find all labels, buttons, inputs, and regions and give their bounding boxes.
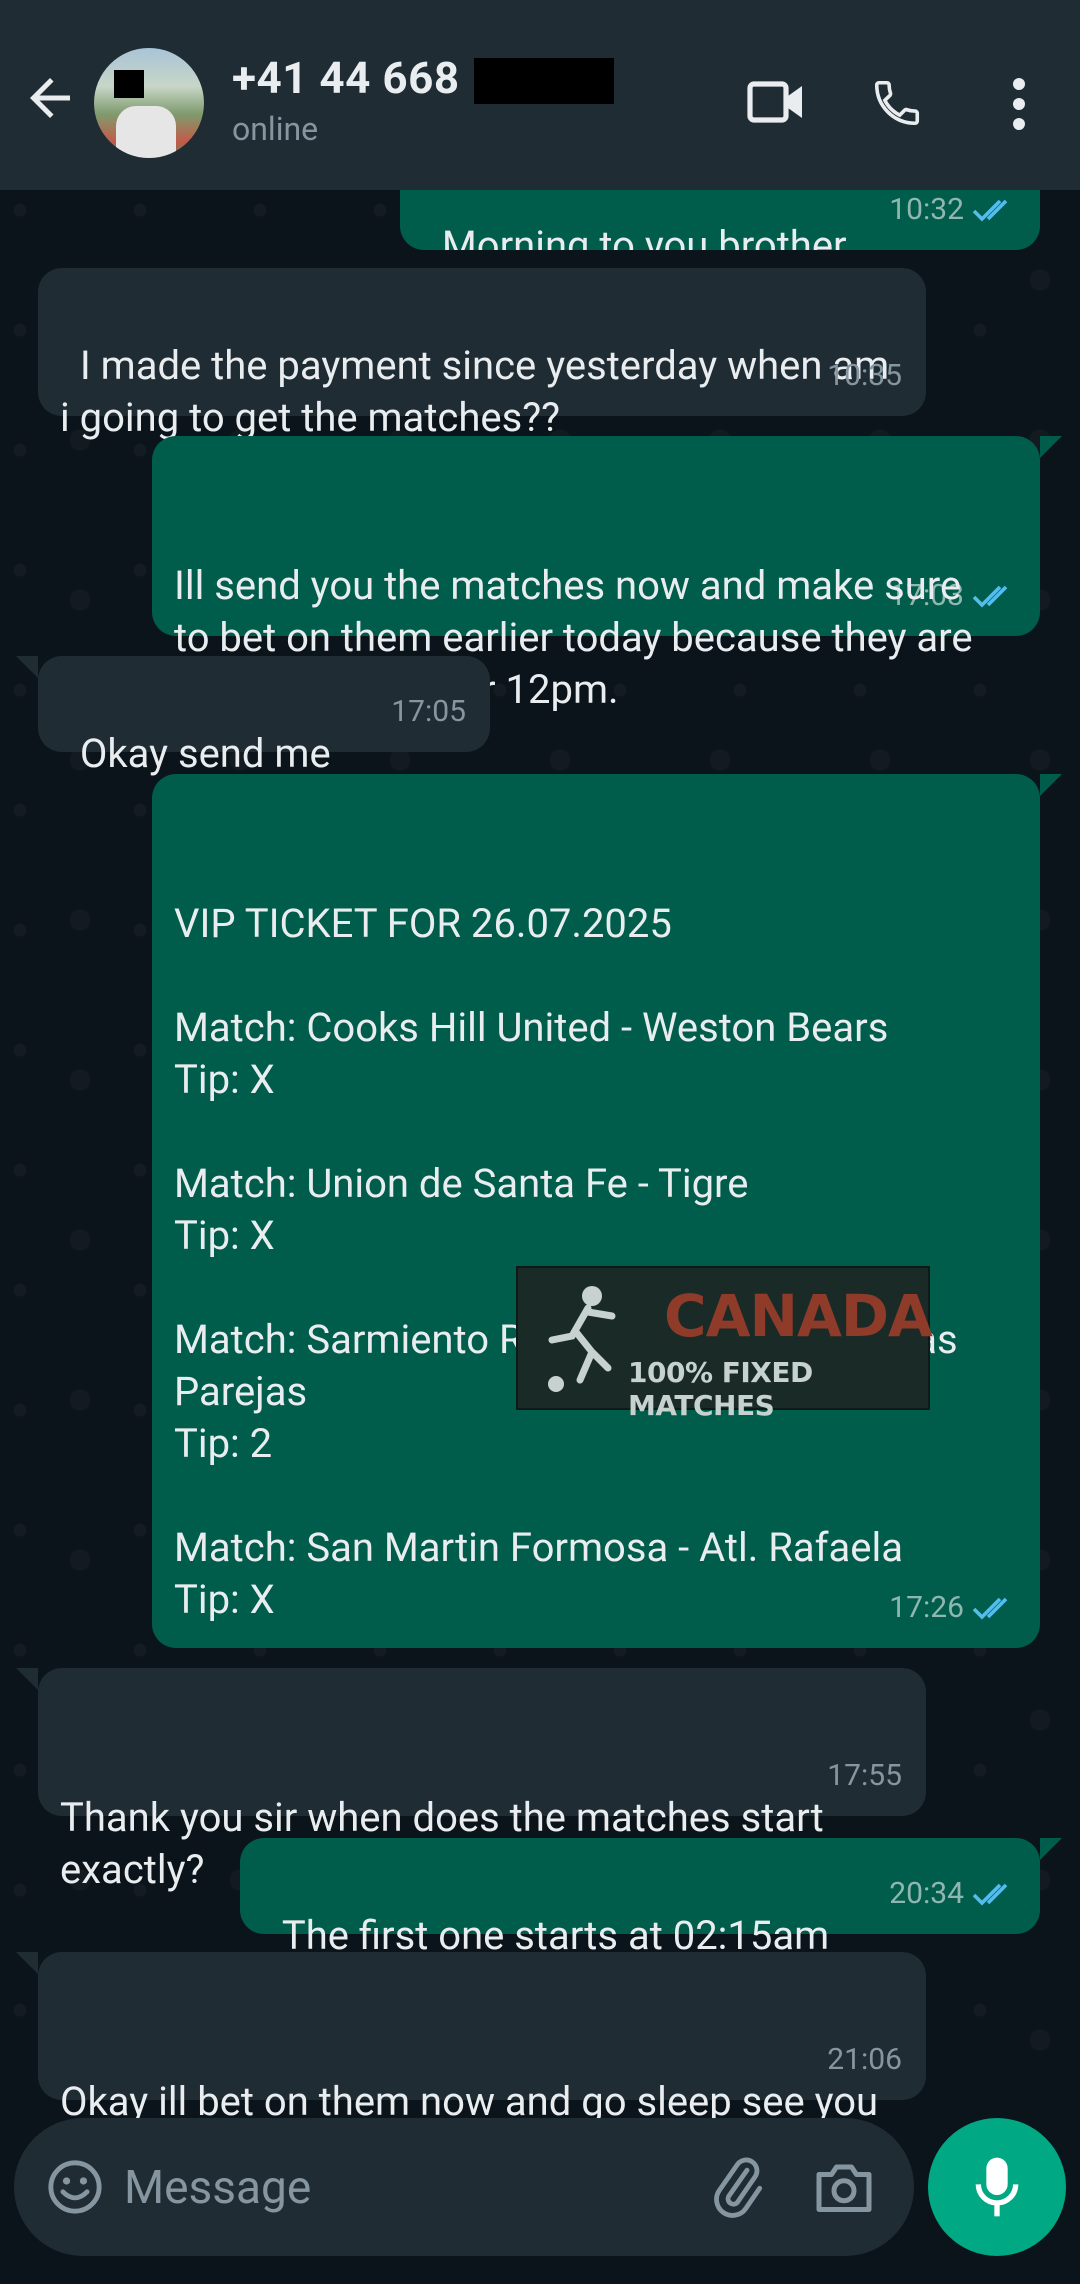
bubble-tail	[16, 1952, 38, 1974]
bubble-tail	[16, 1668, 38, 1690]
message-bubble-incoming[interactable]: Thank you sir when does the matches star…	[38, 1668, 926, 1893]
message-bubble-outgoing[interactable]: The first one starts at 02:15am 20:34	[240, 1838, 1040, 1959]
message-text: Okay send me	[79, 730, 331, 777]
video-call-icon[interactable]	[746, 76, 806, 128]
watermark-title: CANADA	[664, 1282, 933, 1350]
double-check-icon	[972, 585, 1008, 608]
emoji-icon[interactable]	[46, 2158, 104, 2216]
message-time: 17:03	[889, 578, 964, 613]
message-meta: 21:06	[827, 2034, 902, 2086]
soccer-player-icon	[548, 1286, 616, 1392]
message-time: 21:06	[827, 2042, 902, 2077]
double-check-icon	[972, 1883, 1008, 1906]
more-vert-icon[interactable]	[1002, 76, 1036, 132]
avatar[interactable]	[94, 48, 204, 158]
message-meta: 20:34	[889, 1868, 1016, 1920]
watermark-subtitle: 100% FIXED MATCHES	[628, 1356, 813, 1422]
contact-name[interactable]: +41 44 668	[232, 52, 460, 104]
message-text: Morning to you brother	[441, 222, 847, 250]
camera-icon[interactable]	[814, 2158, 874, 2216]
bubble-tail	[1040, 436, 1062, 458]
message-composer	[14, 2118, 914, 2256]
message-meta: 17:26	[889, 1582, 1016, 1634]
message-meta: 10:32	[889, 184, 1016, 236]
bubble-tail	[1040, 1838, 1062, 1860]
message-time: 10:35	[827, 358, 902, 393]
bubble-tail	[1040, 774, 1062, 796]
message-time: 20:34	[889, 1876, 964, 1911]
back-arrow-icon[interactable]	[20, 68, 80, 128]
message-meta: 10:35	[827, 350, 902, 402]
message-bubble-outgoing[interactable]: Ill send you the matches now and make su…	[152, 436, 1040, 713]
phone-icon[interactable]	[870, 76, 924, 130]
watermark-logo: CANADA 100% FIXED MATCHES	[516, 1266, 933, 1422]
message-time: 17:05	[391, 694, 466, 729]
contact-status: online	[232, 110, 319, 148]
name-redaction	[474, 58, 614, 104]
message-meta: 17:55	[827, 1750, 902, 1802]
message-time: 17:26	[889, 1590, 964, 1625]
attach-icon[interactable]	[706, 2156, 770, 2220]
double-check-icon	[972, 1597, 1008, 1620]
message-time: 17:55	[827, 1758, 902, 1793]
message-meta: 17:05	[391, 686, 466, 738]
message-bubble-incoming[interactable]: Okay send me 17:05	[38, 656, 490, 777]
chat-header: +41 44 668 online	[0, 0, 1080, 190]
double-check-icon	[972, 199, 1008, 222]
bubble-tail	[16, 656, 38, 678]
message-bubble-outgoing[interactable]: VIP TICKET FOR 26.07.2025 Match: Cooks H…	[152, 774, 1040, 1727]
voice-message-button[interactable]	[928, 2118, 1066, 2256]
message-input[interactable]	[122, 2152, 686, 2224]
message-meta: 17:03	[889, 570, 1016, 622]
mic-icon	[975, 2157, 1019, 2217]
message-time: 10:32	[889, 192, 964, 227]
message-bubble-incoming[interactable]: Okay ill bet on them now and go sleep se…	[38, 1952, 926, 2177]
message-bubble-incoming[interactable]: I made the payment since yesterday when …	[38, 268, 926, 441]
